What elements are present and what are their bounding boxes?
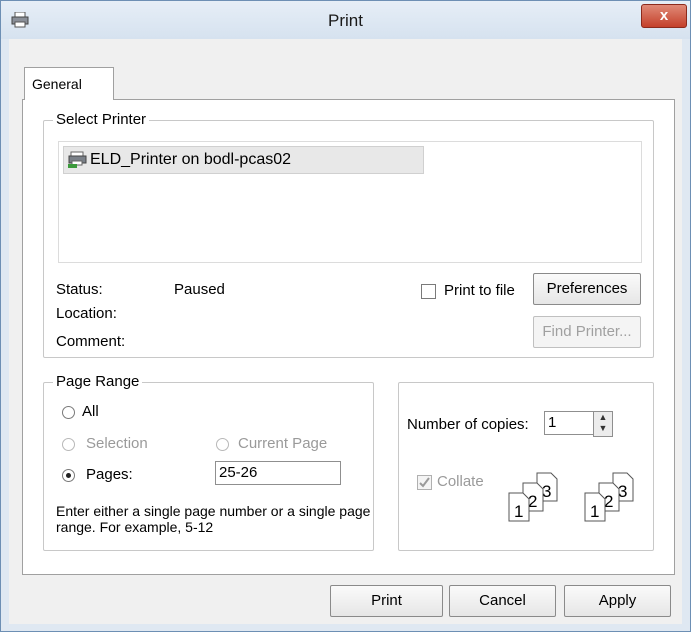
network-printer-icon <box>68 151 88 178</box>
page-range-hint: Enter either a single page number or a s… <box>56 503 371 535</box>
printer-name: ELD_Printer on bodl-pcas02 <box>90 151 292 168</box>
collate-label[interactable]: Collate <box>437 473 484 490</box>
apply-button[interactable]: Apply <box>564 585 671 617</box>
print-to-file-label[interactable]: Print to file <box>444 282 515 299</box>
printer-list[interactable]: ELD_Printer on bodl-pcas02 <box>58 141 642 263</box>
select-printer-label: Select Printer <box>53 111 150 128</box>
close-button[interactable]: x <box>641 4 687 28</box>
print-to-file-checkbox[interactable] <box>421 284 436 299</box>
number-of-copies-label: Number of copies: <box>407 416 529 433</box>
location-label: Location: <box>56 305 117 322</box>
current-page-label[interactable]: Current Page <box>238 435 327 452</box>
tab-general[interactable]: General <box>24 67 114 100</box>
pages-label[interactable]: Pages: <box>86 466 133 483</box>
status-value: Paused <box>174 281 225 298</box>
collate-pages-icon: 3 2 1 <box>508 472 558 522</box>
print-button[interactable]: Print <box>330 585 443 617</box>
status-label: Status: <box>56 281 103 298</box>
radio-selected-dot <box>66 473 71 478</box>
selection-label[interactable]: Selection <box>86 435 148 452</box>
dialog-client-area: General Select Printer ELD_Printer on bo… <box>9 39 682 624</box>
spin-up-icon[interactable]: ▲ <box>594 412 612 423</box>
page-range-group: Page Range All Selection Current Page Pa… <box>43 373 374 551</box>
all-radio[interactable] <box>62 406 75 419</box>
find-printer-button[interactable]: Find Printer... <box>533 316 641 348</box>
page-range-label: Page Range <box>53 373 143 390</box>
all-label[interactable]: All <box>82 403 99 420</box>
pages-radio[interactable] <box>62 469 75 482</box>
cancel-button[interactable]: Cancel <box>449 585 556 617</box>
preferences-button[interactable]: Preferences <box>533 273 641 305</box>
copies-group: Number of copies: 1 ▲ ▼ Collate 3 2 1 3 … <box>398 382 654 551</box>
selection-radio[interactable] <box>62 438 75 451</box>
current-page-radio[interactable] <box>216 438 229 451</box>
svg-text:1: 1 <box>590 502 599 521</box>
print-dialog: Print x General Select Printer ELD_Print… <box>0 0 691 632</box>
checkmark-icon <box>419 477 430 488</box>
collate-pages-icon: 3 2 1 <box>584 472 634 522</box>
comment-label: Comment: <box>56 333 126 350</box>
number-of-copies-input[interactable]: 1 <box>544 411 595 435</box>
copies-spinner[interactable]: ▲ ▼ <box>593 411 613 437</box>
select-printer-group: Select Printer ELD_Printer on bodl-pcas0… <box>43 111 654 358</box>
spin-down-icon[interactable]: ▼ <box>594 423 612 434</box>
window-title: Print <box>328 11 363 30</box>
pages-input[interactable]: 25-26 <box>215 461 341 485</box>
general-tab-panel: Select Printer ELD_Printer on bodl-pcas0… <box>22 99 675 575</box>
title-bar[interactable]: Print x <box>1 1 690 39</box>
svg-text:1: 1 <box>514 502 523 521</box>
printer-list-item[interactable]: ELD_Printer on bodl-pcas02 <box>63 146 424 174</box>
collate-checkbox[interactable] <box>417 475 432 490</box>
